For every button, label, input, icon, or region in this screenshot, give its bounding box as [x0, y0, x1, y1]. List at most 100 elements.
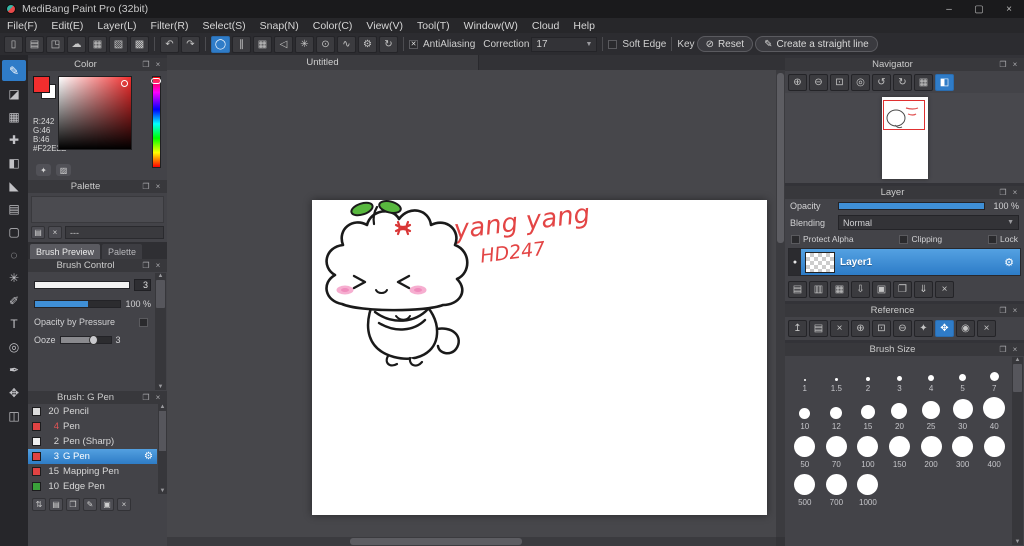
snap-off-icon[interactable]: ◯	[211, 35, 230, 53]
saturation-value-picker[interactable]	[58, 76, 132, 150]
popout-icon[interactable]: ❐	[140, 182, 152, 191]
popout-icon[interactable]: ❐	[997, 345, 1009, 354]
menu-layer[interactable]: Layer(L)	[90, 18, 143, 33]
magic-wand-tool[interactable]: ✳	[2, 267, 26, 288]
scroll-down-icon[interactable]: ▼	[158, 384, 164, 390]
brush-size-option[interactable]: 1	[789, 360, 821, 393]
transparency-icon[interactable]: ▨	[56, 164, 71, 176]
add-brush-icon[interactable]: ▤	[49, 498, 63, 511]
brush-opacity-slider[interactable]	[34, 300, 122, 308]
brush-size-option[interactable]: 3	[884, 360, 916, 393]
popout-icon[interactable]: ❐	[997, 306, 1009, 315]
snap-circle-icon[interactable]: ⊙	[316, 35, 335, 53]
brush-size-option[interactable]: 25	[915, 398, 947, 431]
snap-rotate-icon[interactable]: ↻	[379, 35, 398, 53]
menu-help[interactable]: Help	[566, 18, 602, 33]
new-canvas-icon[interactable]: ▯	[4, 35, 23, 53]
import-icon[interactable]: ↥	[788, 320, 807, 337]
hand-tool[interactable]: ✥	[2, 382, 26, 403]
brush-list-scrollbar[interactable]: ▲ ▼	[158, 404, 167, 494]
scroll-up-icon[interactable]: ▲	[1015, 357, 1021, 363]
scroll-thumb[interactable]	[156, 280, 165, 308]
scroll-up-icon[interactable]: ▲	[158, 273, 164, 279]
brush-size-option[interactable]: 5	[947, 360, 979, 393]
layer-settings-icon[interactable]: ⚙	[1004, 256, 1016, 269]
transfer-layer-icon[interactable]: ⇩	[851, 281, 870, 298]
flip-view-icon[interactable]: ◧	[935, 74, 954, 91]
layer-opacity-slider[interactable]	[838, 202, 985, 210]
fill-tool[interactable]: ◧	[2, 152, 26, 173]
brush-size-option[interactable]: 30	[947, 398, 979, 431]
blending-dropdown[interactable]: Normal ▼	[838, 215, 1019, 230]
brush-size-option[interactable]: 20	[884, 398, 916, 431]
convert-layer-icon[interactable]: ▦	[830, 281, 849, 298]
menu-filter[interactable]: Filter(R)	[144, 18, 196, 33]
actual-pixels-icon[interactable]: ◎	[851, 74, 870, 91]
material-panel-icon[interactable]: ▦	[88, 35, 107, 53]
select-pen-tool[interactable]: ✐	[2, 290, 26, 311]
close-icon[interactable]: ×	[1009, 188, 1021, 197]
dot-tool[interactable]: ▦	[2, 106, 26, 127]
brush-size-option[interactable]: 300	[947, 436, 979, 469]
layout-icon[interactable]: ▩	[130, 35, 149, 53]
move-tool[interactable]: ✚	[2, 129, 26, 150]
brush-item-edge-pen[interactable]: 10 Edge Pen	[28, 479, 157, 494]
delete-brush-icon[interactable]: ×	[117, 498, 131, 511]
brush-control-scrollbar[interactable]: ▲ ▼	[155, 273, 166, 390]
menu-cloud[interactable]: Cloud	[525, 18, 566, 33]
close-icon[interactable]: ×	[1009, 306, 1021, 315]
brush-settings-icon[interactable]: ⚙	[144, 451, 155, 462]
canvas-horizontal-scrollbar[interactable]	[167, 537, 776, 546]
drawing-canvas[interactable]: yang yang HD247	[312, 200, 767, 515]
tab-palette[interactable]: Palette	[102, 244, 143, 259]
brush-size-option[interactable]: 2	[852, 360, 884, 393]
close-icon[interactable]: ×	[1009, 60, 1021, 69]
zoom-tool[interactable]: ◎	[2, 336, 26, 357]
scroll-thumb[interactable]	[777, 73, 784, 243]
brush-item-mapping-pen[interactable]: 15 Mapping Pen	[28, 464, 157, 479]
document-tab[interactable]: Untitled	[167, 55, 479, 70]
rotate-ccw-icon[interactable]: ↺	[872, 74, 891, 91]
close-icon[interactable]: ×	[152, 393, 164, 402]
menu-window[interactable]: Window(W)	[457, 18, 525, 33]
straight-line-button[interactable]: ✎ Create a straight line	[755, 36, 878, 52]
cloud-upload-icon[interactable]: ☁	[67, 35, 86, 53]
snap-curve-icon[interactable]: ∿	[337, 35, 356, 53]
brush-size-option[interactable]: 70	[821, 436, 853, 469]
minimize-button[interactable]: –	[934, 0, 964, 18]
lock-checkbox[interactable]	[988, 234, 998, 244]
canvas-vertical-scrollbar[interactable]	[776, 70, 785, 537]
select-tool[interactable]: ▢	[2, 221, 26, 242]
brush-size-option[interactable]: 1.5	[821, 360, 853, 393]
brush-size-option[interactable]: 15	[852, 398, 884, 431]
protect-alpha-checkbox[interactable]	[791, 234, 800, 244]
reset-view-icon[interactable]: ▦	[914, 74, 933, 91]
popout-icon[interactable]: ❐	[140, 60, 152, 69]
new-folder-layer-icon[interactable]: ▥	[809, 281, 828, 298]
antialiasing-checkbox[interactable]: ✕	[409, 39, 418, 49]
zoom-out-icon[interactable]: ⊖	[809, 74, 828, 91]
navigator-viewport-rect[interactable]	[882, 100, 925, 130]
brush-size-option[interactable]: 10	[789, 398, 821, 431]
menu-snap[interactable]: Snap(N)	[253, 18, 306, 33]
eyedropper-icon[interactable]: ✦	[36, 164, 51, 176]
scroll-thumb[interactable]	[350, 538, 522, 545]
brush-size-option[interactable]: 500	[789, 474, 821, 507]
brush-size-option[interactable]: 200	[915, 436, 947, 469]
menu-view[interactable]: View(V)	[359, 18, 410, 33]
brush-size-option[interactable]: 100	[852, 436, 884, 469]
popout-icon[interactable]: ❐	[140, 261, 152, 270]
brush-item-g-pen[interactable]: 3 G Pen ⚙	[28, 449, 157, 464]
delete-layer-icon[interactable]: ×	[935, 281, 954, 298]
eyedropper-icon[interactable]: ✦	[914, 320, 933, 337]
palette-swatch-area[interactable]	[31, 196, 164, 223]
close-icon[interactable]: ×	[1009, 345, 1021, 354]
scroll-down-icon[interactable]: ▼	[1015, 539, 1021, 545]
fit-canvas-icon[interactable]: ⊡	[830, 74, 849, 91]
bucket-tool[interactable]: ◣	[2, 175, 26, 196]
brush-size-option[interactable]: 700	[821, 474, 853, 507]
clear-icon[interactable]: ×	[830, 320, 849, 337]
clipping-option[interactable]: Clipping	[899, 234, 942, 244]
brush-size-option[interactable]: 400	[978, 436, 1010, 469]
close-icon[interactable]: ×	[152, 261, 164, 270]
